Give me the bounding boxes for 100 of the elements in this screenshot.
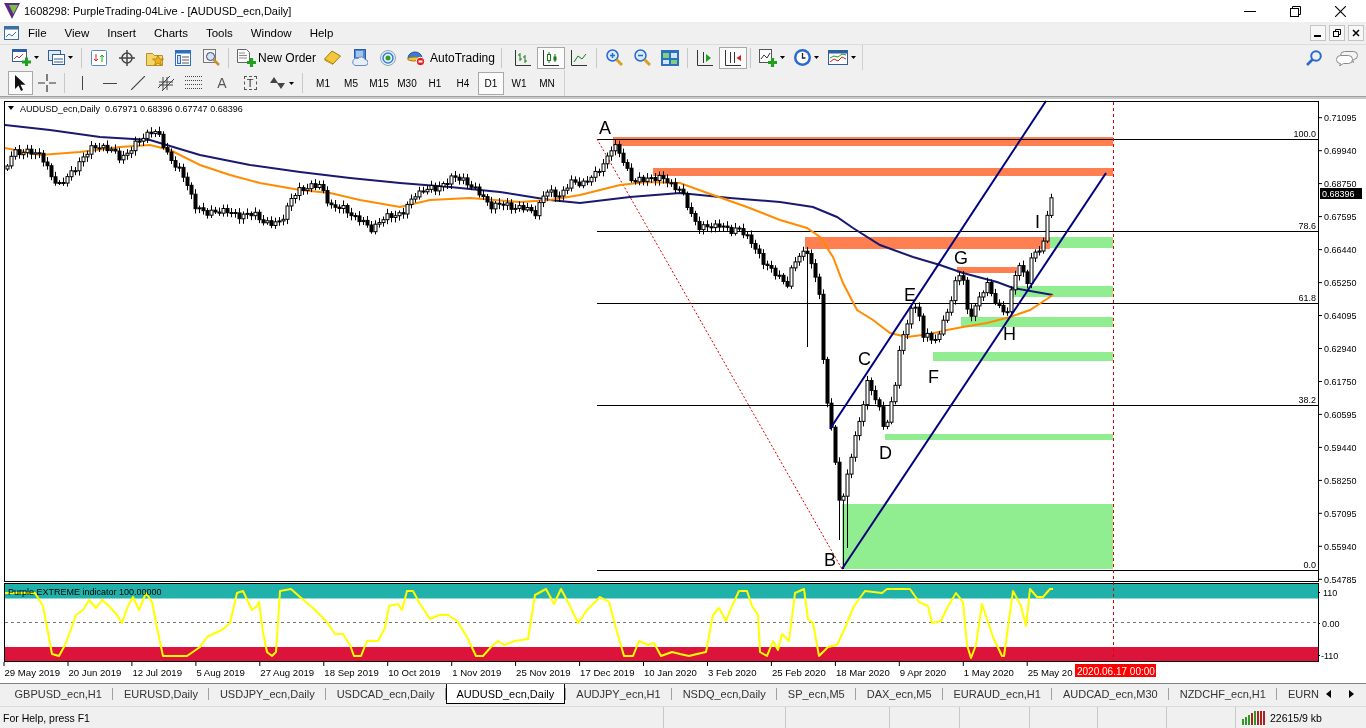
- timeframe-button[interactable]: M30: [394, 71, 420, 95]
- date-axis-label: 12 Jul 2019: [132, 667, 182, 678]
- restore-icon[interactable]: [1329, 25, 1345, 41]
- timeframe-button[interactable]: M1: [310, 71, 336, 95]
- list-window-icon[interactable]: [175, 49, 191, 66]
- close-icon[interactable]: [1335, 5, 1346, 17]
- caret-icon: [814, 56, 819, 59]
- new-order-button[interactable]: New Order: [232, 46, 318, 69]
- menu-item[interactable]: View: [55, 22, 99, 44]
- restore-icon[interactable]: [1290, 5, 1301, 17]
- timeframe-button[interactable]: M15: [366, 71, 392, 95]
- scroll-left-icon[interactable]: [1326, 690, 1331, 698]
- indicator-axis-label: 0.00: [1322, 618, 1340, 629]
- price-axis-label: 0.58250: [1324, 475, 1357, 486]
- timeframe-button[interactable]: H4: [450, 71, 476, 95]
- search-icon[interactable]: [1306, 49, 1322, 66]
- minimize-icon[interactable]: [1244, 10, 1256, 12]
- chart-plus-icon: [758, 48, 777, 67]
- auto-trading-button[interactable]: AutoTrading: [402, 46, 498, 69]
- chart-tab[interactable]: NSDQ_ecn,Daily: [672, 684, 777, 704]
- trend-line-icon: [131, 76, 145, 90]
- menu-item[interactable]: File: [19, 22, 56, 44]
- magnifier-document-icon[interactable]: [202, 49, 220, 66]
- date-axis-label: 25 Feb 2020: [771, 667, 826, 678]
- wave-label: F: [928, 367, 939, 387]
- current-price-label: 0.68396: [1320, 188, 1362, 199]
- wave-label: B: [824, 550, 836, 570]
- chart-tab[interactable]: AUDUSD_ecn,Daily: [446, 684, 565, 704]
- timeframe-button[interactable]: H1: [422, 71, 448, 95]
- price-axis-label: 0.69940: [1324, 146, 1357, 156]
- date-axis-label: 3 Feb 2020: [708, 667, 757, 678]
- chart-type-button[interactable]: [537, 46, 565, 69]
- chart-tab[interactable]: USDJPY_ecn,Daily: [209, 684, 326, 704]
- date-axis-label: 29 May 2019: [4, 667, 60, 678]
- chart-tab[interactable]: NZDCHF_ecn,H1: [1169, 684, 1277, 704]
- line-chart-icon: [571, 49, 587, 66]
- minimize-icon[interactable]: [1310, 25, 1326, 41]
- timeframe-button[interactable]: W1: [506, 71, 532, 95]
- arrows-window-icon[interactable]: [91, 49, 107, 66]
- fibonacci-level-label: 78.6: [1298, 221, 1316, 231]
- chart-window-icon[interactable]: [4, 26, 19, 40]
- chart-tab[interactable]: EURUSD,Daily: [113, 684, 209, 704]
- chart-tab[interactable]: EURN: [1277, 684, 1321, 704]
- chart-tab[interactable]: GBPUSD_ecn,H1: [4, 684, 113, 704]
- caret-icon: [68, 56, 73, 59]
- date-axis-label: 10 Oct 2019: [388, 667, 441, 678]
- menu-item[interactable]: Tools: [196, 22, 242, 44]
- price-axis-label: 0.62940: [1324, 343, 1357, 354]
- bar-chart-icon: [515, 49, 531, 66]
- chart-shift-button[interactable]: [719, 46, 747, 69]
- date-axis-label: 17 Dec 2019: [580, 667, 635, 678]
- chart-tab[interactable]: EURAUD_ecn,H1: [943, 684, 1052, 704]
- chart-header: AUDUSD_ecn,Daily 0.67971 0.68396 0.67747 0.68396: [20, 104, 243, 114]
- price-axis-label: 0.68750: [1324, 178, 1357, 189]
- date-axis-label: 20 Jun 2019: [68, 667, 122, 678]
- fibonacci-level-label: 0.0: [1303, 560, 1316, 570]
- support-zone: [1050, 237, 1113, 248]
- price-axis-label: 0.65250: [1324, 277, 1357, 288]
- date-axis-label: 18 Mar 2020: [835, 667, 890, 678]
- chat-bubbles-icon[interactable]: [1336, 49, 1358, 66]
- window-title: 1608298: PurpleTrading-04Live - [AUDUSD_ecn,Daily]: [24, 5, 292, 17]
- chart-plus-icon: [12, 49, 31, 66]
- text-tool-button[interactable]: A: [208, 72, 236, 94]
- menu-item[interactable]: Window: [241, 22, 301, 44]
- timeframe-button[interactable]: M5: [338, 71, 364, 95]
- chart-tab[interactable]: AUDJPY_ecn,H1: [565, 684, 672, 704]
- vertical-line-icon: [81, 76, 83, 90]
- tile-windows-icon[interactable]: [661, 49, 679, 66]
- wave-label: I: [1035, 212, 1040, 232]
- caret-icon[interactable]: [8, 106, 14, 110]
- wave-label: D: [879, 443, 892, 463]
- timeframe-button[interactable]: D1: [478, 71, 504, 95]
- price-axis-label: 0.59440: [1324, 442, 1357, 453]
- concentric-circles-icon[interactable]: [380, 49, 396, 66]
- caret-icon: [779, 56, 785, 59]
- menu-item[interactable]: Help: [300, 22, 343, 44]
- zoom-in-icon[interactable]: [605, 49, 623, 66]
- menu-item[interactable]: Insert: [98, 22, 145, 44]
- fibonacci-levels-icon: [185, 76, 203, 90]
- date-axis-label: 5 Aug 2019: [196, 667, 245, 678]
- menu-item[interactable]: Charts: [145, 22, 197, 44]
- diamond-icon[interactable]: [323, 50, 341, 65]
- date-axis-label: 27 Aug 2019: [260, 667, 315, 678]
- chart-tab[interactable]: SP_ecn,M5: [777, 684, 856, 704]
- connection-bars-icon: [1242, 710, 1266, 725]
- caret-icon: [850, 56, 856, 59]
- zoom-out-icon[interactable]: [633, 49, 651, 66]
- text-label-button[interactable]: T: [236, 72, 264, 94]
- chart-tab[interactable]: USDCAD_ecn,Daily: [326, 684, 445, 704]
- candlestick-icon: [543, 49, 559, 66]
- timeframe-button[interactable]: MN: [534, 71, 560, 95]
- chart-tab[interactable]: DAX_ecn,M5: [856, 684, 942, 704]
- windows-icon: [48, 50, 65, 65]
- crosshair-icon[interactable]: [119, 49, 135, 66]
- clock-icon: [794, 49, 811, 66]
- cloud-document-icon[interactable]: [352, 49, 368, 66]
- price-axis-label: 0.57095: [1324, 508, 1357, 519]
- cursor-button[interactable]: [8, 71, 33, 95]
- chart-tab[interactable]: AUDCAD_ecn,M30: [1052, 684, 1169, 704]
- scroll-right-icon[interactable]: [1349, 690, 1354, 698]
